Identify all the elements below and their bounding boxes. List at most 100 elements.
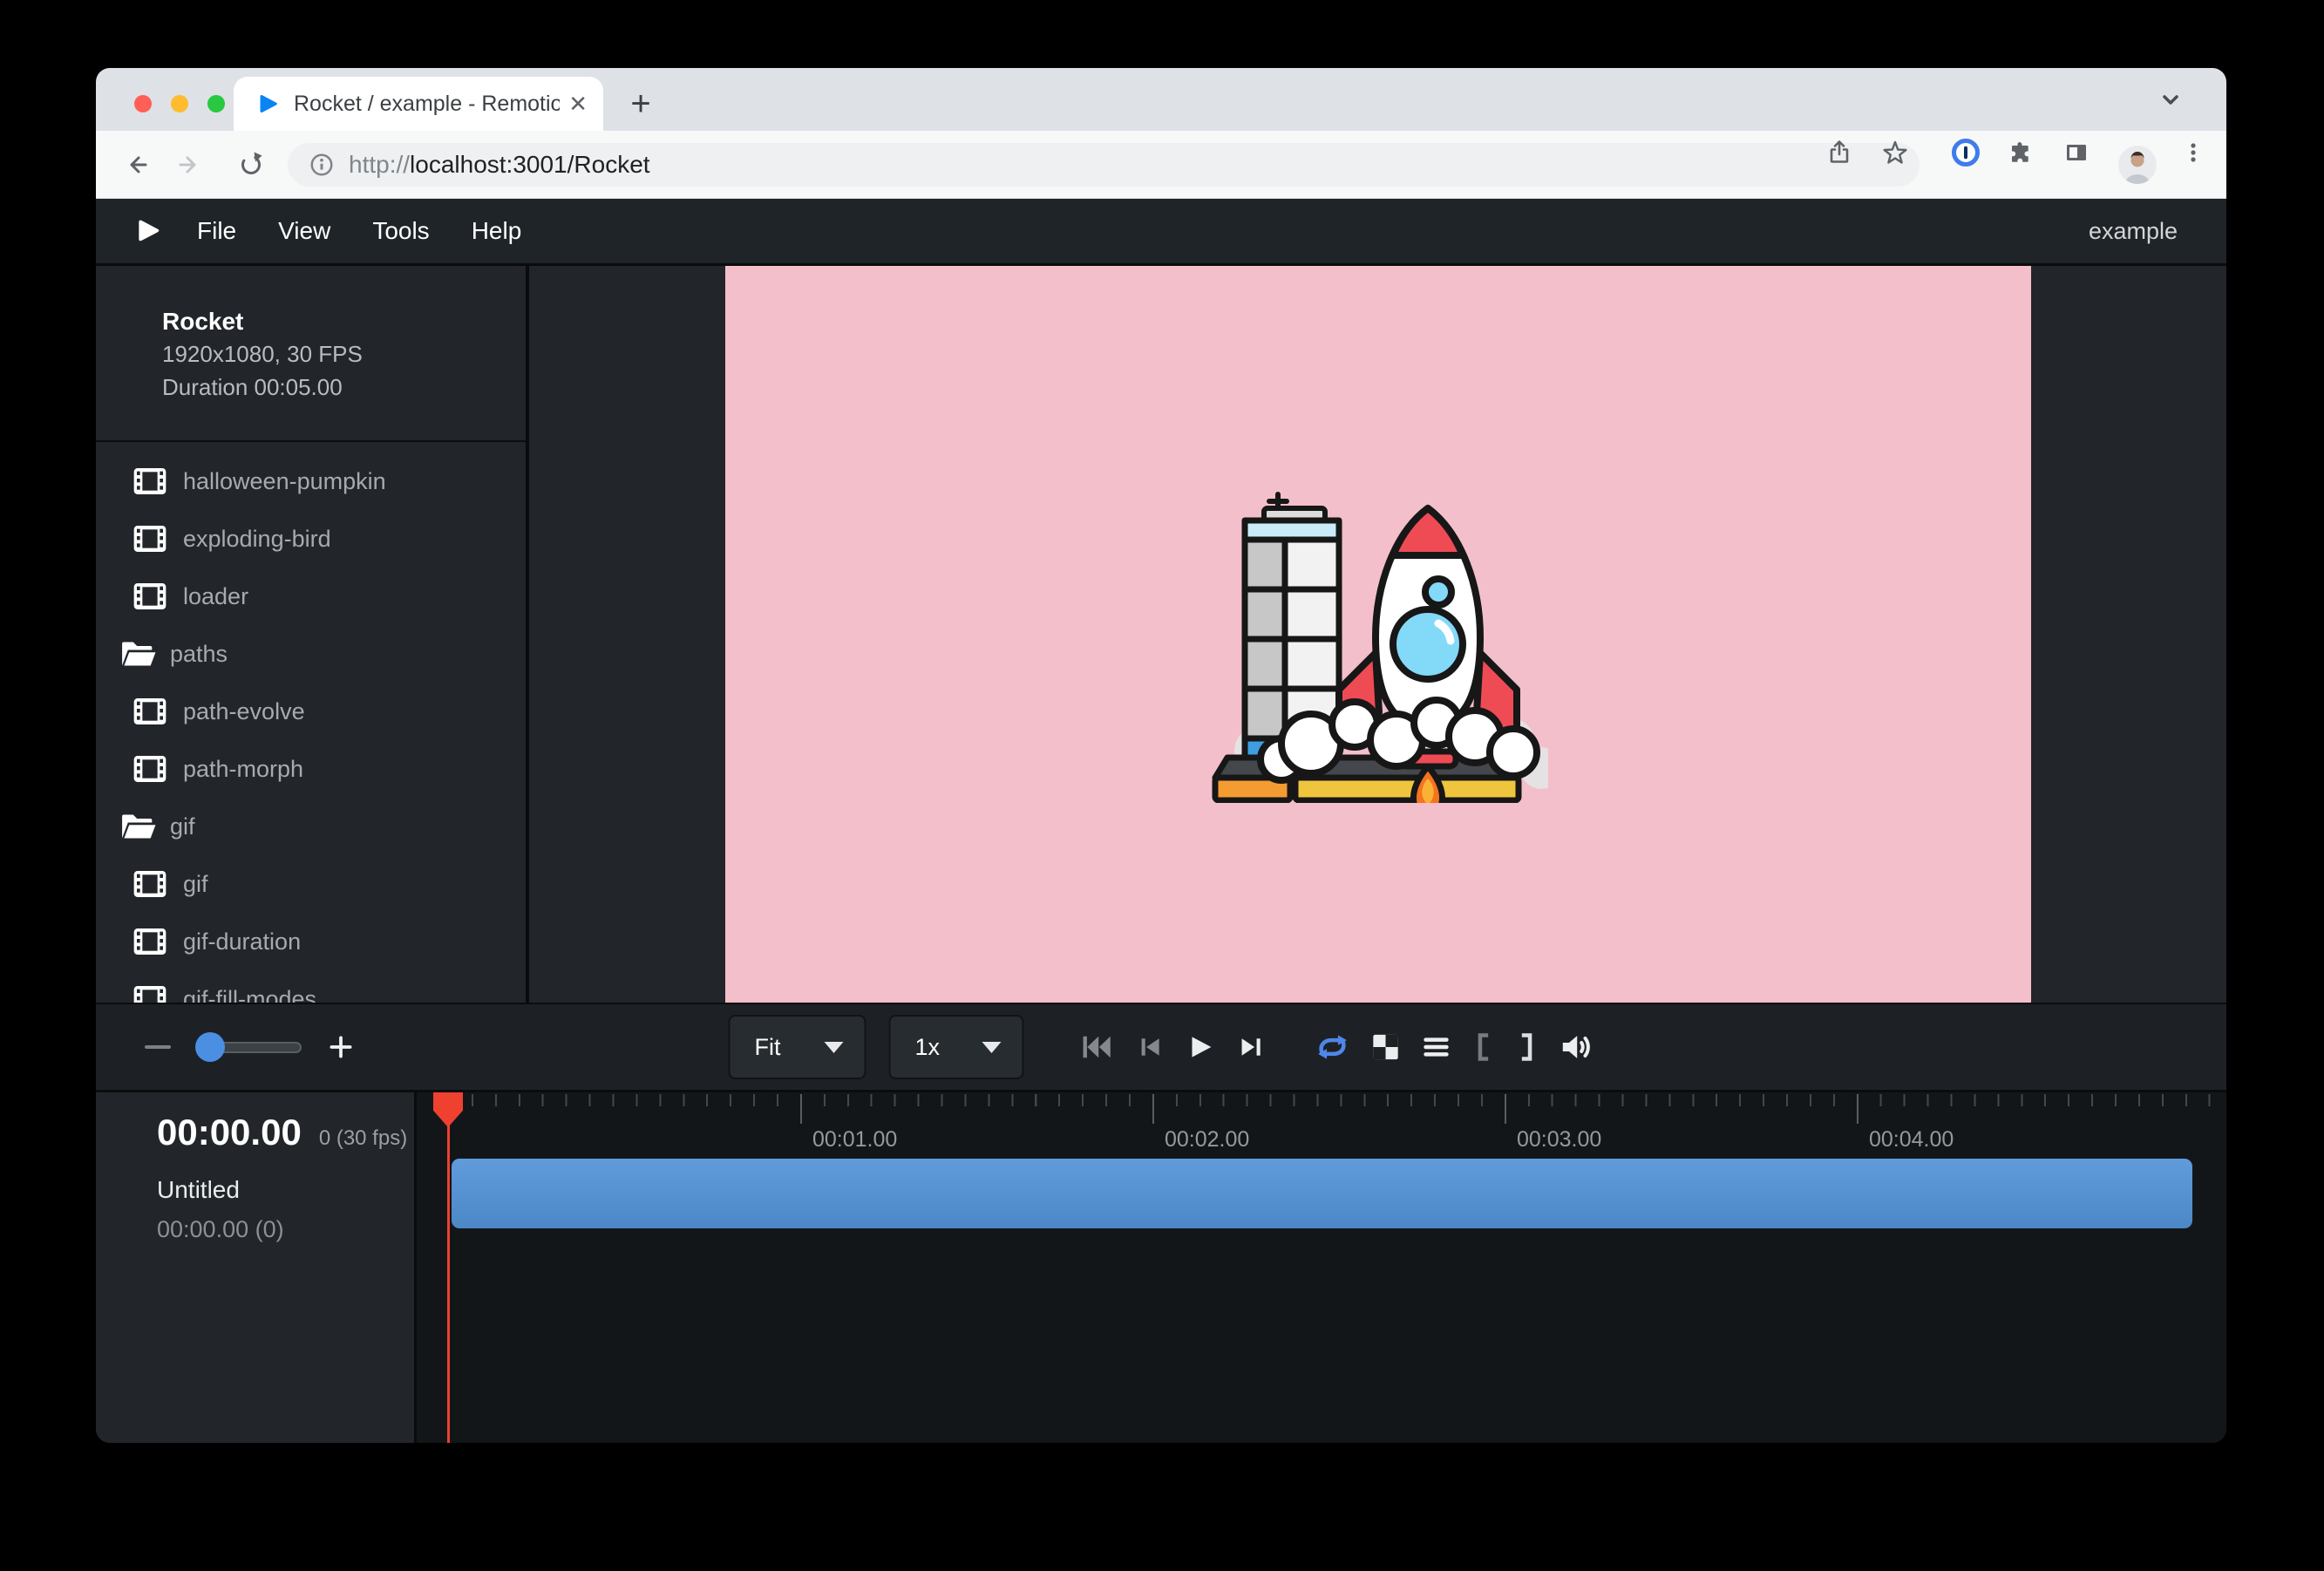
project-name-label: example [2089, 218, 2226, 245]
sidebar-item-label: path-morph [183, 756, 303, 783]
content-row: Rocket 1920x1080, 30 FPS Duration 00:05.… [96, 266, 2226, 1003]
ruler-time-label: 00:04.00 [1869, 1127, 1954, 1153]
ruler-time-label: 00:03.00 [1517, 1127, 1601, 1153]
sidebar-item-label: gif-duration [183, 928, 301, 956]
composition-title: Rocket [162, 306, 508, 337]
playhead-line [447, 1092, 450, 1443]
new-tab-button[interactable]: + [619, 82, 663, 126]
timeline-ruler[interactable] [448, 1094, 2226, 1106]
back-icon[interactable] [122, 151, 150, 179]
video-canvas[interactable] [725, 266, 2031, 1003]
ruler-second-tick: 00:03.00 [1505, 1094, 1506, 1124]
screen: Rocket / example - Remotion Prev ✕ + htt… [0, 0, 2324, 1571]
share-icon[interactable] [1825, 139, 1853, 167]
chevron-down-icon [982, 1042, 1002, 1053]
timeline-zoom-controls [145, 1004, 354, 1090]
sidebar-item-label: halloween-pumpkin [183, 468, 386, 495]
tab-close-icon[interactable]: ✕ [568, 91, 588, 118]
speed-select-value: 1x [915, 1034, 941, 1061]
transport-center: Fit 1x [729, 1015, 1594, 1079]
sidebar-item-label: loader [183, 583, 248, 610]
chevron-down-icon[interactable] [2157, 85, 2185, 113]
extensions-puzzle-icon[interactable] [2007, 139, 2035, 167]
maximize-window-button[interactable] [207, 95, 225, 112]
previous-frame-icon[interactable] [1134, 1032, 1164, 1062]
volume-icon[interactable] [1560, 1031, 1594, 1063]
profile-avatar[interactable] [2118, 146, 2157, 184]
sidebar-item-gif[interactable]: gif [96, 855, 526, 913]
playback-rate-select[interactable]: 1x [889, 1015, 1024, 1079]
composition-info: Rocket 1920x1080, 30 FPS Duration 00:05.… [96, 266, 526, 404]
sidebar-item-gif[interactable]: gif [96, 798, 526, 855]
zoom-slider[interactable] [197, 1042, 302, 1053]
url-text: http://localhost:3001/Rocket [349, 151, 650, 179]
composition-duration: Duration 00:05.00 [162, 371, 508, 404]
sidebar-item-label: path-evolve [183, 698, 305, 725]
ruler-second-tick: 00:04.00 [1857, 1094, 1859, 1124]
timeline-rows-icon[interactable] [1422, 1032, 1451, 1062]
bookmark-star-icon[interactable] [1881, 139, 1909, 167]
size-select-value: Fit [755, 1034, 781, 1061]
transparency-checkerboard-icon[interactable] [1371, 1032, 1401, 1062]
side-panel-icon[interactable] [2062, 139, 2090, 167]
player-controls: Fit 1x [96, 1003, 2226, 1092]
sidebar-item-halloween-pumpkin[interactable]: halloween-pumpkin [96, 452, 526, 510]
sidebar-item-loader[interactable]: loader [96, 568, 526, 625]
rocket-illustration [1208, 463, 1548, 803]
menu-view[interactable]: View [278, 217, 330, 245]
url-bar[interactable]: http://localhost:3001/Rocket [288, 143, 1920, 187]
chevron-down-icon [825, 1042, 844, 1053]
timeline-info-panel: 00:00.00 0 (30 fps) Untitled 00:00.00 (0… [96, 1092, 417, 1443]
preview-area [529, 266, 2226, 1003]
sidebar-item-gif-fill-modes[interactable]: gif-fill-modes [96, 970, 526, 1003]
compositions-sidebar: Rocket 1920x1080, 30 FPS Duration 00:05.… [96, 266, 529, 1003]
jump-to-start-icon[interactable] [1080, 1032, 1113, 1062]
in-point-bracket-icon[interactable] [1472, 1032, 1495, 1062]
tab-title: Rocket / example - Remotion Prev [294, 92, 560, 117]
ruler-time-label: 00:02.00 [1165, 1127, 1249, 1153]
ruler-second-tick: 00:01.00 [800, 1094, 802, 1124]
sidebar-item-path-morph[interactable]: path-morph [96, 740, 526, 798]
site-info-icon[interactable] [309, 152, 335, 178]
timeline-track-area[interactable]: 00:01.00 00:02.00 00:03.00 00:04.00 [417, 1092, 2226, 1443]
browser-tab[interactable]: Rocket / example - Remotion Prev ✕ [234, 77, 603, 131]
play-icon[interactable] [1185, 1031, 1216, 1063]
sidebar-item-exploding-bird[interactable]: exploding-bird [96, 510, 526, 568]
password-manager-extension-icon[interactable] [1950, 137, 1981, 168]
sidebar-item-path-evolve[interactable]: path-evolve [96, 683, 526, 740]
film-icon [133, 927, 167, 956]
zoom-in-icon[interactable] [328, 1034, 354, 1060]
film-icon [133, 524, 167, 554]
canvas-size-select[interactable]: Fit [729, 1015, 866, 1079]
loop-icon[interactable] [1315, 1031, 1350, 1063]
browser-toolbar: http://localhost:3001/Rocket [96, 131, 2226, 199]
film-icon [133, 754, 167, 784]
sidebar-item-label: gif [170, 813, 195, 840]
out-point-bracket-icon[interactable] [1516, 1032, 1539, 1062]
sidebar-item-paths[interactable]: paths [96, 625, 526, 683]
close-window-button[interactable] [134, 95, 152, 112]
current-frame-label: 0 (30 fps) [319, 1126, 407, 1151]
track-range: 00:00.00 (0) [157, 1216, 414, 1243]
menu-help[interactable]: Help [472, 217, 522, 245]
track-name[interactable]: Untitled [157, 1176, 414, 1204]
sidebar-item-gif-duration[interactable]: gif-duration [96, 913, 526, 970]
sidebar-item-label: paths [170, 641, 228, 668]
zoom-out-icon[interactable] [145, 1045, 171, 1049]
zoom-slider-thumb[interactable] [195, 1032, 225, 1062]
menu-file[interactable]: File [197, 217, 236, 245]
tab-strip: Rocket / example - Remotion Prev ✕ + [96, 68, 2226, 131]
film-icon [133, 466, 167, 496]
sidebar-item-label: exploding-bird [183, 526, 331, 553]
timeline-sequence-bar[interactable] [452, 1159, 2192, 1228]
reload-icon[interactable] [237, 151, 265, 179]
menu-tools[interactable]: Tools [372, 217, 429, 245]
next-frame-icon[interactable] [1237, 1032, 1267, 1062]
minimize-window-button[interactable] [171, 95, 188, 112]
composition-list: halloween-pumpkin exploding-bird loader pat… [96, 442, 526, 1003]
film-icon [133, 869, 167, 899]
forward-icon[interactable] [176, 151, 204, 179]
remotion-logo-icon[interactable] [134, 217, 162, 245]
browser-menu-icon[interactable] [2179, 139, 2207, 167]
film-icon [133, 581, 167, 611]
